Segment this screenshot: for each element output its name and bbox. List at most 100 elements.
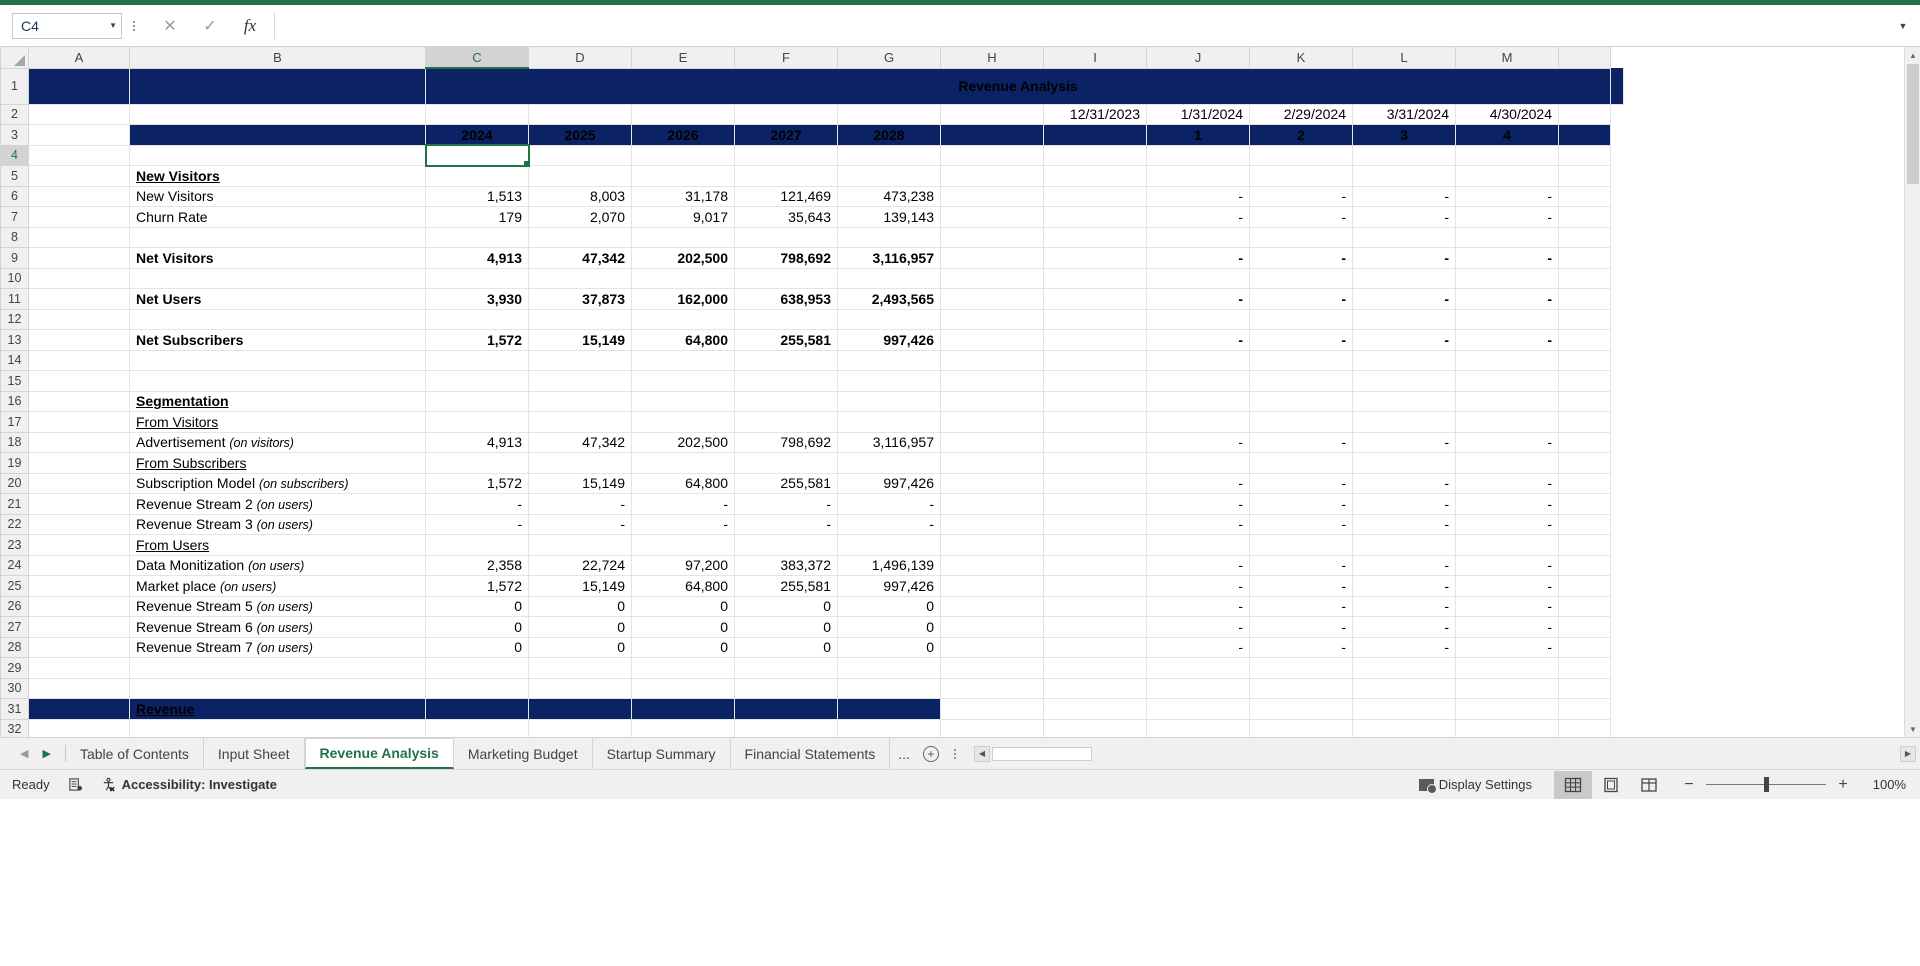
cell-I27[interactable]: [1043, 616, 1147, 638]
cell-I29[interactable]: [1043, 657, 1147, 679]
cell-K9[interactable]: -: [1249, 247, 1353, 269]
cell-E13[interactable]: 64,800: [631, 329, 735, 351]
page-layout-view-button[interactable]: [1592, 771, 1630, 799]
cell-E2[interactable]: [631, 104, 735, 125]
cell-K23[interactable]: [1249, 534, 1353, 556]
cell-J32[interactable]: [1146, 719, 1250, 737]
confirm-entry-icon[interactable]: ✓: [190, 13, 230, 39]
row-label-26[interactable]: Revenue Stream 5 (on users): [129, 596, 426, 617]
cell-M13[interactable]: -: [1455, 329, 1559, 351]
cell-C2[interactable]: [425, 104, 529, 125]
column-header-E[interactable]: E: [631, 47, 735, 69]
cell-L10[interactable]: [1352, 268, 1456, 289]
cell-D5[interactable]: [528, 165, 632, 187]
cell-K19[interactable]: [1249, 452, 1353, 474]
row-label-7[interactable]: Churn Rate: [129, 206, 426, 228]
cell-J22[interactable]: -: [1146, 514, 1250, 535]
cell-E26[interactable]: 0: [631, 596, 735, 617]
cell-I14[interactable]: [1043, 350, 1147, 371]
cell-L19[interactable]: [1352, 452, 1456, 474]
cell-F13[interactable]: 255,581: [734, 329, 838, 351]
cell-I9[interactable]: [1043, 247, 1147, 269]
row-label-12[interactable]: [129, 309, 426, 330]
cell-G20[interactable]: 997,426: [837, 473, 941, 494]
cell-I12[interactable]: [1043, 309, 1147, 330]
cell-H14[interactable]: [940, 350, 1044, 371]
row-header-20[interactable]: 20: [0, 472, 29, 494]
cell-G23[interactable]: [837, 534, 941, 556]
cell-L17[interactable]: [1352, 411, 1456, 433]
cell-J31[interactable]: [1146, 698, 1250, 720]
cell-G9[interactable]: 3,116,957: [837, 247, 941, 269]
cell-F12[interactable]: [734, 309, 838, 330]
cell-D2[interactable]: [528, 104, 632, 125]
row-header-1[interactable]: 1: [0, 67, 29, 105]
column-header-J[interactable]: J: [1146, 47, 1250, 69]
cell-F9[interactable]: 798,692: [734, 247, 838, 269]
row-label-21[interactable]: Revenue Stream 2 (on users): [129, 493, 426, 515]
cell-C24[interactable]: 2,358: [425, 555, 529, 576]
cell-L29[interactable]: [1352, 657, 1456, 679]
cell-E21[interactable]: -: [631, 493, 735, 515]
row-label-17[interactable]: From Visitors: [129, 411, 426, 433]
cell-C29[interactable]: [425, 657, 529, 679]
horizontal-scroll-track[interactable]: [991, 746, 1092, 761]
next-sheet-icon[interactable]: ▶: [42, 747, 50, 760]
cell-G18[interactable]: 3,116,957: [837, 432, 941, 453]
cell-E19[interactable]: [631, 452, 735, 474]
scroll-up-icon[interactable]: ▲: [1905, 47, 1920, 63]
cell-H6[interactable]: [940, 186, 1044, 207]
cell-M21[interactable]: -: [1455, 493, 1559, 515]
cell-E23[interactable]: [631, 534, 735, 556]
cell-I8[interactable]: [1043, 227, 1147, 248]
zoom-slider-thumb[interactable]: [1764, 777, 1769, 792]
cell-M31[interactable]: [1455, 698, 1559, 720]
cell-D10[interactable]: [528, 268, 632, 289]
zoom-level-label[interactable]: 100%: [1860, 777, 1906, 792]
cell-L9[interactable]: -: [1352, 247, 1456, 269]
cell-I26[interactable]: [1043, 596, 1147, 617]
cell-K17[interactable]: [1249, 411, 1353, 433]
cell-I10[interactable]: [1043, 268, 1147, 289]
cell-K6[interactable]: -: [1249, 186, 1353, 207]
cell-J16[interactable]: [1146, 391, 1250, 412]
cell-L4[interactable]: [1352, 145, 1456, 166]
cell-I4[interactable]: [1043, 145, 1147, 166]
cell-A5[interactable]: [28, 165, 130, 187]
cell-E17[interactable]: [631, 411, 735, 433]
cell-D20[interactable]: 15,149: [528, 473, 632, 494]
normal-view-button[interactable]: [1554, 770, 1592, 799]
cell-J6[interactable]: -: [1146, 186, 1250, 207]
month-header-2[interactable]: 2: [1249, 124, 1353, 146]
cell-C6[interactable]: 1,513: [425, 186, 529, 207]
sheet-tab-financial-statements[interactable]: Financial Statements: [730, 738, 891, 769]
cell-I24[interactable]: [1043, 555, 1147, 576]
cell-D13[interactable]: 15,149: [528, 329, 632, 351]
cell-M9[interactable]: -: [1455, 247, 1559, 269]
row-label-13[interactable]: Net Subscribers: [129, 329, 426, 351]
cell-A11[interactable]: [28, 288, 130, 310]
cell-C26[interactable]: 0: [425, 596, 529, 617]
row-header-8[interactable]: 8: [0, 226, 29, 248]
cell-M26[interactable]: -: [1455, 596, 1559, 617]
date-header-2[interactable]: 1/31/2024: [1146, 104, 1250, 125]
cell-A25[interactable]: [28, 575, 130, 597]
row-header-19[interactable]: 19: [0, 452, 29, 474]
cell-L11[interactable]: -: [1352, 288, 1456, 310]
cell-E16[interactable]: [631, 391, 735, 412]
cell-E8[interactable]: [631, 227, 735, 248]
cell-G22[interactable]: -: [837, 514, 941, 535]
cell-A24[interactable]: [28, 555, 130, 576]
row-label-16[interactable]: Segmentation: [129, 391, 426, 412]
row-header-30[interactable]: 30: [0, 677, 29, 699]
cell-A27[interactable]: [28, 616, 130, 638]
cell-J12[interactable]: [1146, 309, 1250, 330]
cell-C30[interactable]: [425, 678, 529, 699]
cell-E5[interactable]: [631, 165, 735, 187]
row-header-5[interactable]: 5: [0, 165, 29, 187]
cell-E6[interactable]: 31,178: [631, 186, 735, 207]
cell-A9[interactable]: [28, 247, 130, 269]
cell-L32[interactable]: [1352, 719, 1456, 737]
cell-J25[interactable]: -: [1146, 575, 1250, 597]
row-label-24[interactable]: Data Monitization (on users): [129, 555, 426, 576]
